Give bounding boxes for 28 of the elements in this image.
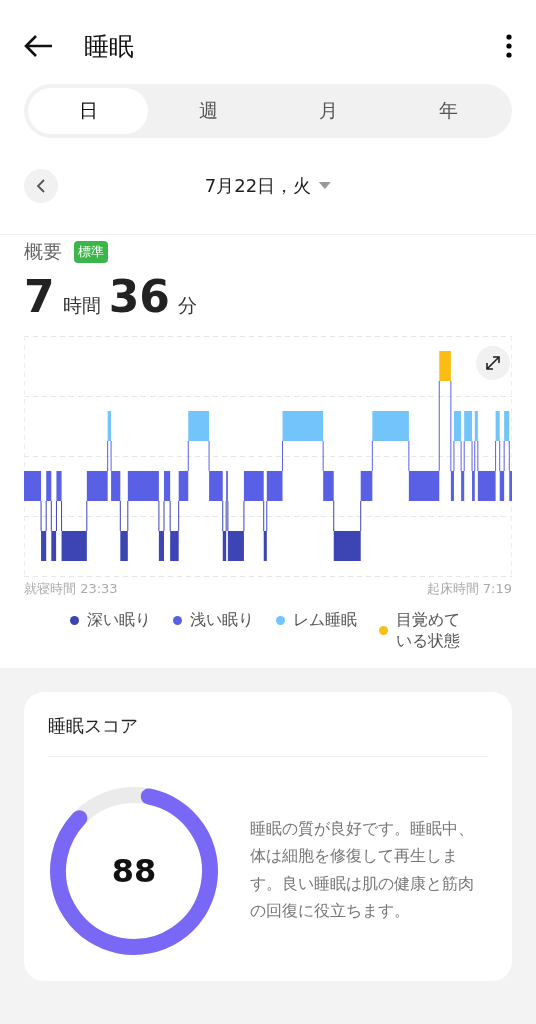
back-icon[interactable] (24, 34, 54, 58)
previous-day-button[interactable] (24, 169, 58, 203)
card-title: 睡眠スコア (48, 691, 488, 757)
legend-label: レム睡眠 (293, 610, 357, 631)
minutes-value: 36 (108, 271, 170, 322)
period-tab[interactable]: 日 (28, 88, 148, 134)
status-badge: 標準 (74, 241, 108, 263)
period-tab[interactable]: 年 (388, 88, 508, 134)
period-tab[interactable]: 週 (148, 88, 268, 134)
legend-label: 目覚めている状態 (396, 610, 461, 652)
bedtime-label: 就寝時間 23:33 (24, 580, 118, 598)
date-selector[interactable]: 7月22日，火 (198, 173, 338, 199)
hours-unit: 時間 (62, 293, 101, 318)
dropdown-caret-icon (319, 182, 332, 190)
hours-value: 7 (24, 271, 55, 322)
legend-label: 深い眠り (87, 610, 151, 631)
more-icon[interactable] (506, 34, 512, 58)
score-description: 睡眠の質が良好です。睡眠中、体は細胞を修復して再生します。良い睡眠は肌の健康と筋肉の回復に役立ちます。 (250, 819, 475, 922)
legend-label: 浅い眠り (190, 610, 254, 631)
minutes-unit: 分 (177, 293, 197, 318)
expand-icon (484, 354, 502, 372)
expand-button[interactable] (476, 346, 510, 380)
page-title: 睡眠 (84, 30, 135, 63)
summary-title: 概要 (24, 239, 62, 264)
score-value: 88 (111, 851, 157, 890)
wake-time-label: 起床時間 7:19 (426, 580, 512, 598)
period-tab[interactable]: 月 (268, 88, 388, 134)
chevron-left-icon (36, 179, 46, 193)
